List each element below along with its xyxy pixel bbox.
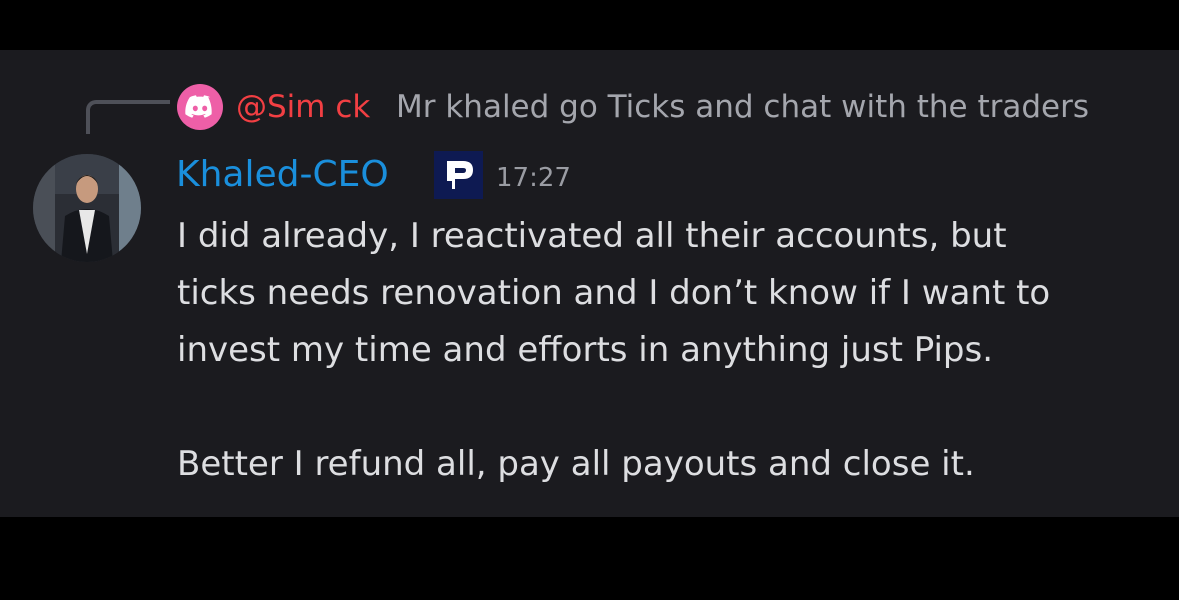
- message-author-name[interactable]: Khaled-CEO: [176, 150, 389, 200]
- message-line: Better I refund all, pay all payouts and…: [177, 444, 975, 484]
- message-line: invest my time and efforts in anything j…: [177, 330, 994, 370]
- reply-preview-text[interactable]: Mr khaled go Ticks and chat with the tra…: [396, 84, 1089, 130]
- role-tag[interactable]: [434, 151, 483, 199]
- message-line: ticks needs renovation and I don’t know …: [177, 273, 1051, 313]
- reply-connector-line: [86, 100, 170, 134]
- reply-avatar[interactable]: [177, 84, 223, 130]
- message-timestamp: 17:27: [496, 163, 571, 193]
- message-body: I did already, I reactivated all their a…: [177, 208, 1157, 493]
- user-avatar[interactable]: [33, 154, 141, 262]
- message-line: I did already, I reactivated all their a…: [177, 216, 1007, 256]
- pips-logo-icon: [446, 161, 473, 189]
- avatar-photo: [33, 154, 141, 262]
- reply-author-name[interactable]: @Sim ck: [236, 84, 370, 130]
- discord-logo-icon: [185, 95, 212, 118]
